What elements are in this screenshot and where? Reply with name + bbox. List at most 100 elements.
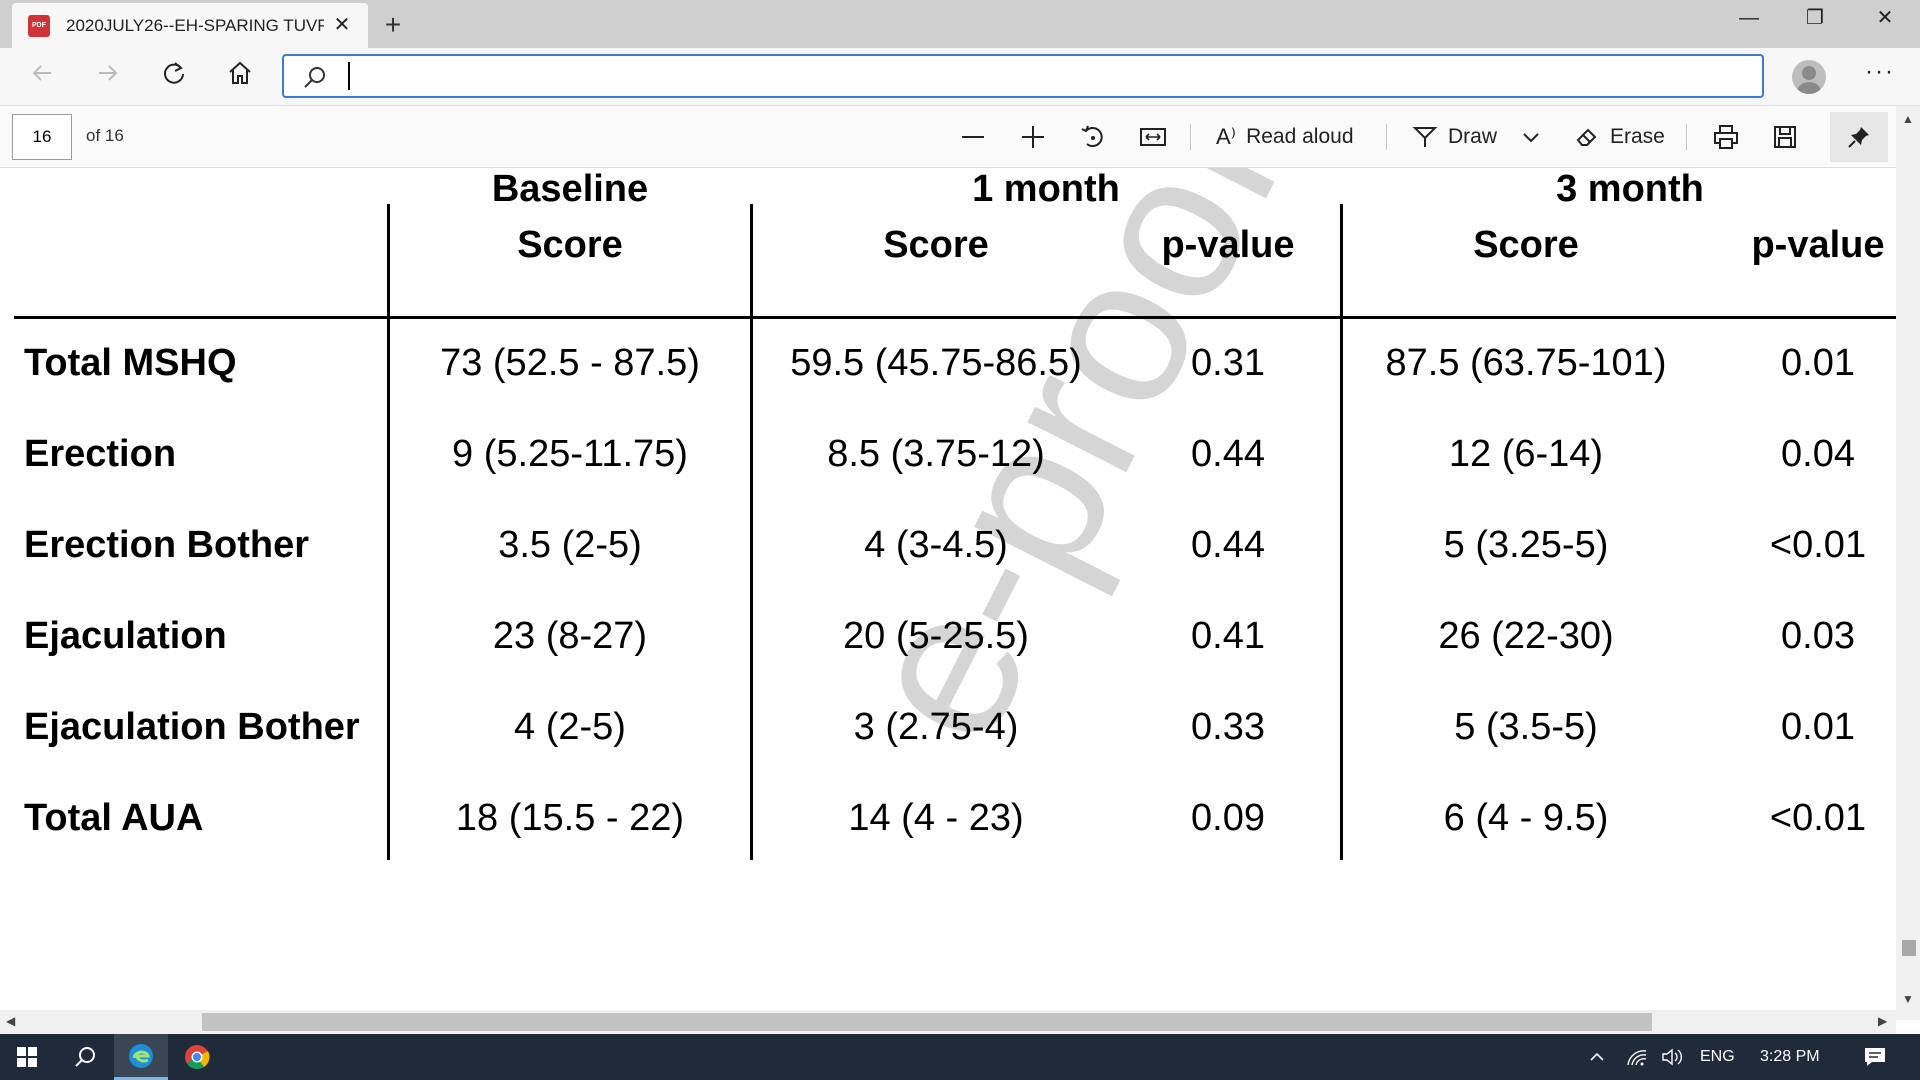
- profile-avatar[interactable]: [1792, 60, 1826, 94]
- cell-3-month-p: 0.04: [1781, 433, 1855, 475]
- draw-label: Draw: [1448, 125, 1498, 148]
- taskbar-chrome-app[interactable]: [170, 1034, 224, 1080]
- fit-width-icon: [1140, 128, 1166, 146]
- cell-3-month-score: 5 (3.5-5): [1454, 706, 1598, 748]
- horizontal-scrollbar[interactable]: ◀ ▶: [0, 1010, 1896, 1034]
- search-icon: [75, 1047, 95, 1067]
- refresh-icon: [164, 62, 184, 84]
- edge-browser-icon: [129, 1043, 153, 1068]
- cell-3-month-score: 6 (4 - 9.5): [1443, 797, 1609, 839]
- scroll-right-icon[interactable]: ▶: [1878, 1014, 1887, 1028]
- cell-1-month-p: 0.33: [1191, 706, 1265, 748]
- minimize-button[interactable]: —: [1716, 0, 1782, 36]
- cell-3-month-p: <0.01: [1769, 797, 1867, 839]
- header-3-month: 3 month: [1556, 168, 1704, 210]
- cell-1-month-p: 0.44: [1191, 524, 1265, 566]
- wifi-icon: [1627, 1050, 1647, 1066]
- cell-baseline: 4 (2-5): [514, 706, 626, 748]
- cell-3-month-score: 87.5 (63.75-101): [1385, 342, 1667, 384]
- print-button[interactable]: [1712, 118, 1740, 156]
- scroll-up-icon[interactable]: ▲: [1902, 112, 1914, 126]
- header-3-month-score: Score: [1473, 224, 1579, 266]
- input-language[interactable]: ENG: [1700, 1048, 1735, 1066]
- forward-arrow-icon: [99, 65, 118, 81]
- cell-3-month-score: 12 (6-14): [1448, 433, 1604, 475]
- draw-options-button[interactable]: [1520, 118, 1542, 156]
- cell-3-month-p: <0.01: [1769, 524, 1867, 566]
- vertical-scroll-thumb[interactable]: [1902, 940, 1916, 956]
- pdf-toolbar: 16 of 16 A⁾ Read aloud Draw Erase: [0, 106, 1920, 168]
- notification-icon: [1865, 1048, 1885, 1066]
- restore-button[interactable]: ❐: [1782, 0, 1848, 36]
- read-aloud-label: Read aloud: [1246, 125, 1354, 148]
- minus-icon: [962, 136, 984, 138]
- row-label: Ejaculation: [24, 615, 227, 657]
- search-icon: [304, 67, 325, 88]
- cell-baseline: 73 (52.5 - 87.5): [440, 342, 700, 384]
- cell-3-month-p: 0.03: [1781, 615, 1855, 657]
- header-3-month-p: p-value: [1751, 224, 1885, 266]
- close-window-button[interactable]: ✕: [1852, 0, 1918, 36]
- read-aloud-button[interactable]: A⁾ Read aloud: [1216, 118, 1354, 156]
- header-rule: [14, 316, 1896, 319]
- volume-tray-button[interactable]: [1656, 1034, 1690, 1080]
- pin-toolbar-button[interactable]: [1830, 112, 1888, 162]
- zoom-in-button[interactable]: [1018, 118, 1048, 156]
- cell-3-month-p: 0.01: [1781, 706, 1855, 748]
- windows-logo-icon: [17, 1047, 37, 1067]
- address-input[interactable]: [348, 62, 1728, 90]
- chrome-browser-icon: [185, 1045, 210, 1069]
- rotate-button[interactable]: [1078, 118, 1108, 156]
- rotate-icon: [1081, 125, 1103, 147]
- vertical-scrollbar[interactable]: ▲ ▼: [1896, 106, 1920, 1020]
- home-button[interactable]: [220, 58, 260, 96]
- scroll-down-icon[interactable]: ▼: [1902, 992, 1914, 1006]
- page-number-input[interactable]: 16: [12, 114, 72, 160]
- back-button[interactable]: [22, 58, 62, 96]
- save-disk-icon: [1774, 126, 1796, 148]
- network-tray-button[interactable]: [1620, 1034, 1654, 1080]
- navigation-bar: ···: [0, 48, 1920, 106]
- action-center-button[interactable]: [1852, 1034, 1898, 1080]
- row-label: Erection Bother: [24, 524, 310, 566]
- forward-button[interactable]: [88, 58, 128, 96]
- eraser-icon: [1576, 128, 1597, 146]
- taskbar-search-button[interactable]: [58, 1034, 112, 1080]
- clock-time[interactable]: 3:28 PM: [1760, 1048, 1820, 1066]
- tab-close-icon[interactable]: ✕: [330, 13, 354, 37]
- cell-baseline: 18 (15.5 - 22): [455, 797, 685, 839]
- browser-tab-active[interactable]: PDF 2020JULY26--EH-SPARING TUVP ✕: [12, 3, 368, 48]
- cell-1-month-p: 0.31: [1191, 342, 1265, 384]
- cell-1-month-score: 8.5 (3.75-12): [827, 433, 1045, 475]
- refresh-button[interactable]: [154, 58, 194, 96]
- cell-baseline: 3.5 (2-5): [498, 524, 642, 566]
- pdf-file-icon: PDF: [28, 14, 50, 37]
- chevron-down-icon: [1523, 133, 1539, 143]
- horizontal-scroll-thumb[interactable]: [202, 1013, 1652, 1031]
- header-baseline: Baseline: [491, 168, 649, 210]
- start-button[interactable]: [0, 1034, 54, 1080]
- cell-baseline: 9 (5.25-11.75): [452, 433, 688, 475]
- toolbar-divider: [1386, 124, 1387, 150]
- draw-pen-icon: [1412, 127, 1438, 147]
- pdf-page-viewport: e-proof Baseline 1 month 3 month Score S…: [0, 168, 1896, 1020]
- show-hidden-icons-button[interactable]: [1580, 1034, 1614, 1080]
- zoom-out-button[interactable]: [958, 118, 988, 156]
- fit-width-button[interactable]: [1138, 118, 1168, 156]
- settings-more-button[interactable]: ···: [1860, 60, 1900, 92]
- chevron-up-icon: [1590, 1052, 1604, 1061]
- cell-1-month-p: 0.41: [1191, 615, 1265, 657]
- save-button[interactable]: [1772, 118, 1798, 156]
- scroll-left-icon[interactable]: ◀: [6, 1014, 15, 1028]
- cell-1-month-score: 4 (3-4.5): [864, 524, 1008, 566]
- address-bar[interactable]: [282, 54, 1764, 98]
- new-tab-button[interactable]: +: [376, 8, 410, 42]
- header-1-month-score: Score: [883, 224, 989, 266]
- erase-button[interactable]: Erase: [1574, 118, 1665, 156]
- taskbar-edge-app[interactable]: [114, 1034, 168, 1080]
- draw-button[interactable]: Draw: [1412, 118, 1497, 156]
- column-divider: [1340, 204, 1343, 860]
- back-arrow-icon: [32, 65, 51, 81]
- row-label: Total AUA: [24, 797, 204, 839]
- cell-3-month-score: 5 (3.25-5): [1443, 524, 1609, 566]
